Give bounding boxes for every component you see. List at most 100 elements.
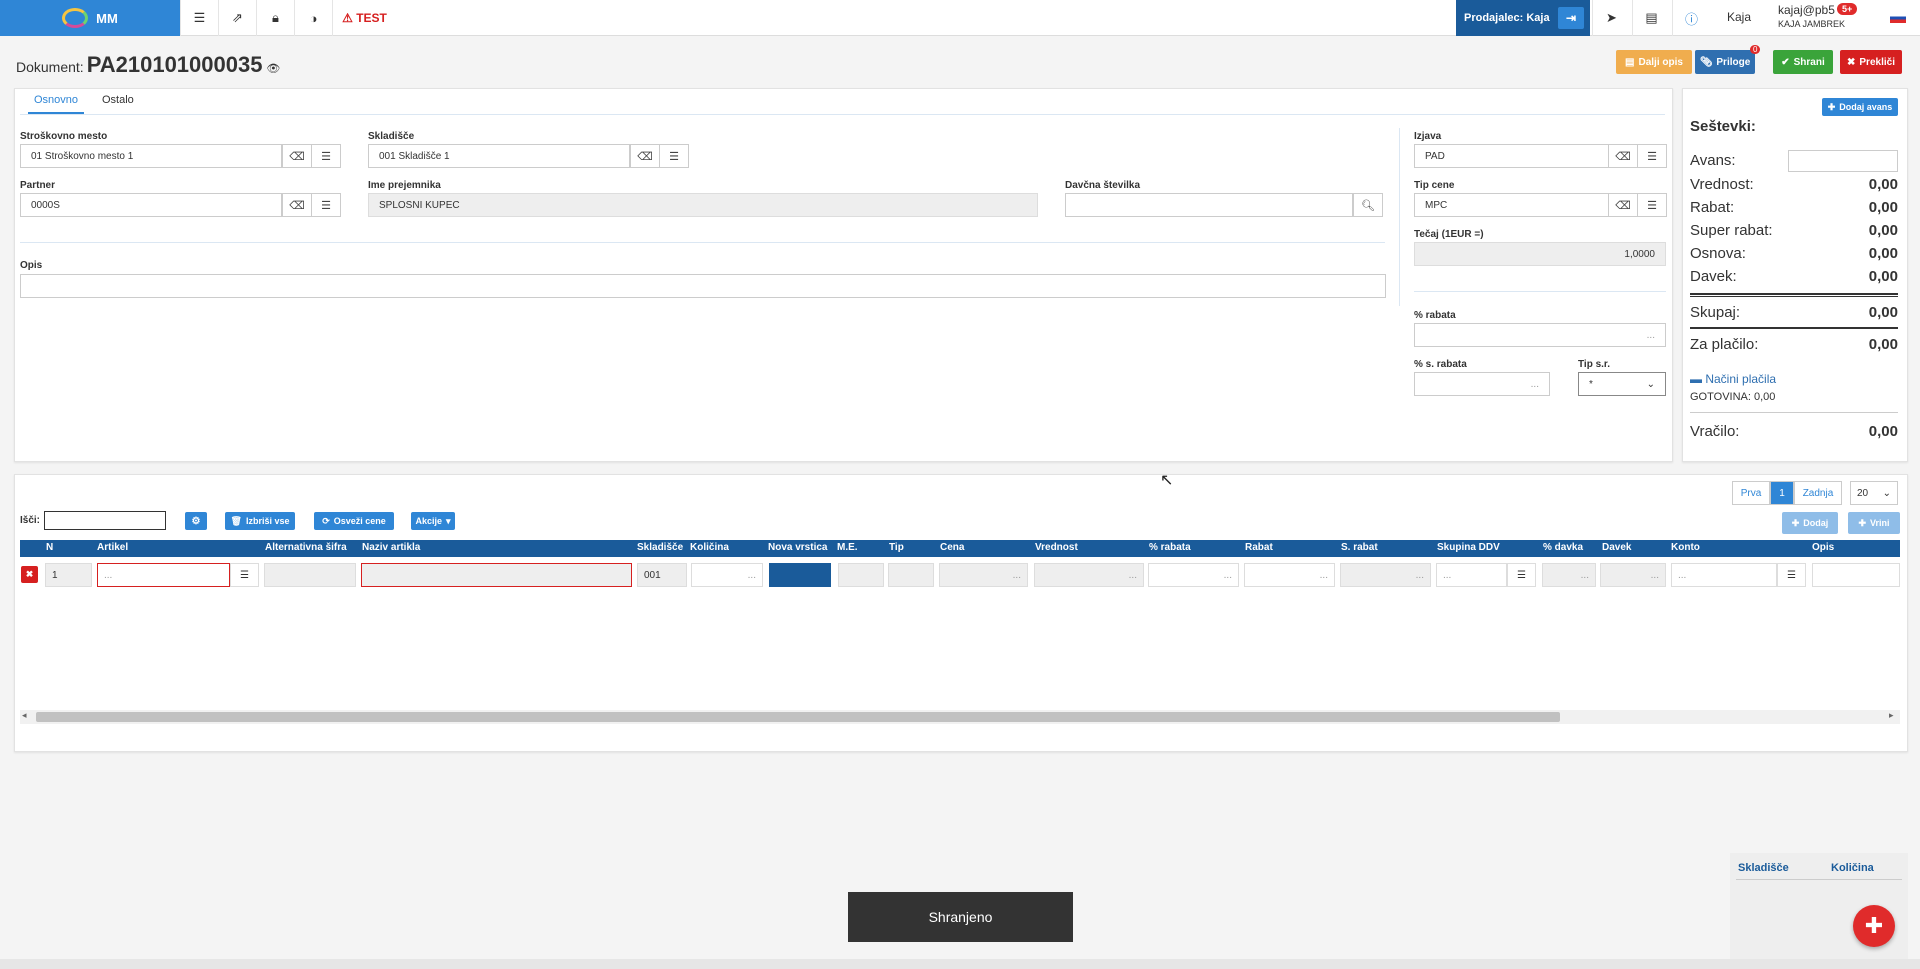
article-name-cell[interactable] (361, 563, 632, 587)
tab-osnovno[interactable]: Osnovno (28, 94, 85, 114)
insert-row-button[interactable]: ✚ Vrini (1848, 512, 1900, 534)
list-icon[interactable]: ☰ (311, 193, 341, 217)
col-unit[interactable]: M.E. (837, 542, 858, 553)
more-description-button[interactable]: ▤ Dalji opis (1616, 50, 1692, 74)
col-tax-pct[interactable]: % davka (1543, 542, 1583, 553)
price-type-field[interactable]: MPC (1414, 193, 1610, 217)
new-row-cell[interactable] (769, 563, 831, 587)
search-icon[interactable]: 🔍︎ (1353, 193, 1383, 217)
list-icon[interactable]: ☰ (1637, 144, 1667, 168)
actions-dropdown[interactable]: Akcije ▾ (411, 512, 455, 530)
col-type[interactable]: Tip (889, 542, 904, 553)
list-icon[interactable]: ☰ (1507, 563, 1536, 587)
eraser-icon[interactable]: ⌫ (1608, 193, 1638, 217)
col-account[interactable]: Konto (1671, 542, 1700, 553)
attachments-button[interactable]: 📎︎ Priloge (1695, 50, 1755, 74)
seller-indicator[interactable]: Prodajalec: Kaja ⇥ (1456, 0, 1590, 36)
list-icon[interactable]: ☰ (311, 144, 341, 168)
col-discount-pct[interactable]: % rabata (1149, 542, 1191, 553)
col-tax[interactable]: Davek (1602, 542, 1631, 553)
article-input[interactable]: ... (97, 563, 230, 587)
statement-field[interactable]: PAD (1414, 144, 1610, 168)
recipient-label: Ime prejemnika (368, 180, 441, 191)
advance-label: Avans: (1690, 152, 1736, 169)
notification-badge[interactable]: 5+ (1837, 3, 1858, 15)
user-account[interactable]: kajaj@pb5 KAJA JAMBREK (1778, 3, 1845, 31)
pager-last[interactable]: Zadnja (1794, 481, 1842, 505)
summary-to-pay: Za plačilo: 0,00 (1690, 336, 1898, 353)
list-icon[interactable]: ☰ (1777, 563, 1806, 587)
description-input[interactable] (1812, 563, 1900, 587)
partner-field[interactable]: 0000S (20, 193, 282, 217)
super-discount-field[interactable]: ... (1414, 372, 1550, 396)
eraser-icon[interactable]: ⌫ (282, 144, 312, 168)
test-env-button[interactable]: ⚠ TEST (332, 0, 396, 36)
cost-center-field[interactable]: 01 Stroškovno mesto 1 (20, 144, 282, 168)
lock-icon[interactable]: 🔒︎ (256, 0, 294, 36)
eraser-icon[interactable]: ⌫ (282, 193, 312, 217)
col-article[interactable]: Artikel (97, 542, 128, 553)
discount-pct-input[interactable]: ... (1148, 563, 1239, 587)
discount-field[interactable]: ... (1414, 323, 1666, 347)
language-flag-icon[interactable] (1890, 13, 1906, 23)
col-new-row[interactable]: Nova vrstica (768, 542, 827, 553)
col-quantity[interactable]: Količina (690, 542, 729, 553)
send-icon[interactable]: ➤ (1592, 0, 1630, 36)
list-icon[interactable]: ▤ (1632, 0, 1670, 36)
col-warehouse[interactable]: Skladišče (637, 542, 683, 553)
delete-all-button[interactable]: 🗑︎ Izbriši vse (225, 512, 295, 530)
cancel-button[interactable]: ✖ Prekliči (1840, 50, 1902, 74)
col-description[interactable]: Opis (1812, 542, 1834, 553)
description-field[interactable] (20, 274, 1386, 298)
warehouse-cell[interactable]: 001 (637, 563, 687, 587)
delete-row-icon[interactable]: ✖ (21, 566, 38, 583)
pager-page[interactable]: 1 (1770, 481, 1794, 505)
logout-icon[interactable]: ⇥ (1558, 7, 1584, 29)
discount-input[interactable]: ... (1244, 563, 1335, 587)
credit-card-icon: ▬ (1690, 372, 1702, 386)
scroll-right-icon[interactable]: ▸ (1889, 710, 1894, 721)
col-article-name[interactable]: Naziv artikla (362, 542, 420, 553)
pager-first[interactable]: Prva (1732, 481, 1770, 505)
settings-gear-icon[interactable]: ⚙ (185, 512, 207, 530)
col-n[interactable]: N (46, 542, 53, 553)
col-price[interactable]: Cena (940, 542, 964, 553)
page-size-select[interactable]: 20 ⌄ (1850, 481, 1898, 505)
add-row-button[interactable]: ✚ Dodaj (1782, 512, 1838, 534)
price-cell[interactable]: ... (939, 563, 1028, 587)
payment-methods-link[interactable]: ▬ Načini plačila (1690, 372, 1776, 386)
external-link-icon[interactable]: ⇗ (218, 0, 256, 36)
advance-field[interactable] (1788, 150, 1898, 172)
account-input[interactable]: ... (1671, 563, 1777, 587)
sr-type-select[interactable]: * ⌄ (1578, 372, 1666, 396)
info-icon[interactable]: ⓘ (1672, 0, 1710, 36)
search-input[interactable] (44, 511, 166, 530)
eye-icon[interactable]: 👁︎ (266, 63, 280, 75)
warehouse-field[interactable]: 001 Skladišče 1 (368, 144, 630, 168)
tab-ostalo[interactable]: Ostalo (96, 94, 140, 114)
list-icon[interactable]: ☰ (659, 144, 689, 168)
scroll-left-icon[interactable]: ◂ (22, 710, 27, 721)
logo-icon (62, 8, 89, 28)
vat-group-input[interactable]: ... (1436, 563, 1507, 587)
list-icon[interactable]: ☰ (230, 563, 259, 587)
refresh-prices-button[interactable]: ⟳ Osveži cene (314, 512, 394, 530)
eraser-icon[interactable]: ⌫ (1608, 144, 1638, 168)
contrast-icon[interactable]: ◑ (294, 0, 332, 36)
save-button[interactable]: ✔ Shrani (1773, 50, 1833, 74)
col-alt-code[interactable]: Alternativna šifra (265, 542, 347, 553)
app-logo[interactable]: MM (0, 0, 180, 36)
scrollbar-thumb[interactable] (36, 712, 1560, 722)
quantity-input[interactable]: ... (691, 563, 763, 587)
col-value[interactable]: Vrednost (1035, 542, 1078, 553)
add-fab-button[interactable]: ✚ (1853, 905, 1895, 947)
tax-number-field[interactable] (1065, 193, 1353, 217)
eraser-icon[interactable]: ⌫ (630, 144, 660, 168)
col-vat-group[interactable]: Skupina DDV (1437, 542, 1500, 553)
add-advance-button[interactable]: ✚ Dodaj avans (1822, 98, 1898, 116)
menu-list-icon[interactable]: ☰ (180, 0, 218, 36)
username[interactable]: Kaja (1727, 10, 1751, 24)
list-icon[interactable]: ☰ (1637, 193, 1667, 217)
col-discount[interactable]: Rabat (1245, 542, 1273, 553)
col-super-discount[interactable]: S. rabat (1341, 542, 1378, 553)
